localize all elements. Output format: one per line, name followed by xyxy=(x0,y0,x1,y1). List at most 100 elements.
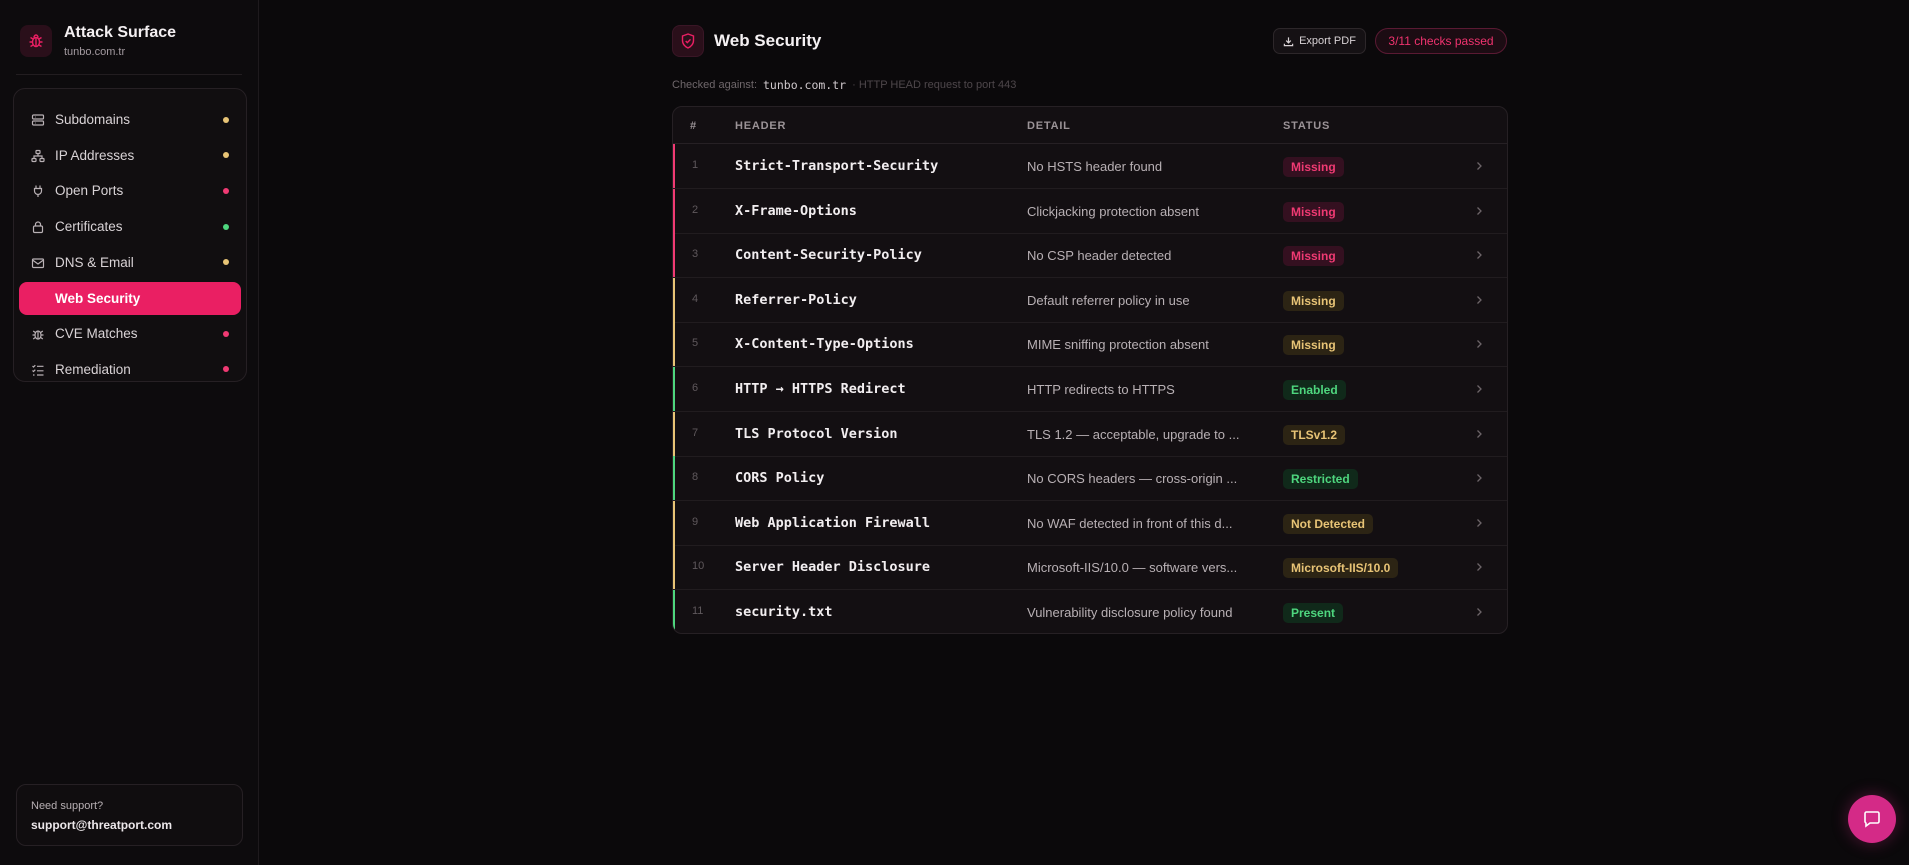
severity-bar xyxy=(673,545,675,590)
status-badge: Enabled xyxy=(1283,380,1346,400)
support-card[interactable]: Need support? support@threatport.com xyxy=(16,784,243,846)
row-detail: Microsoft-IIS/10.0 — software vers... xyxy=(1027,560,1238,576)
row-detail: HTTP redirects to HTTPS xyxy=(1027,382,1175,397)
chevron-right-icon xyxy=(1477,474,1482,483)
sidebar-item-ip-addresses[interactable]: IP Addresses xyxy=(19,139,241,172)
header-name: Content-Security-Policy xyxy=(735,247,922,264)
export-pdf-button[interactable]: Export PDF xyxy=(1273,28,1366,54)
header-name: X-Frame-Options xyxy=(735,202,857,219)
chevron-right-icon xyxy=(1477,295,1482,304)
table-row[interactable]: 3 Content-Security-Policy No CSP header de… xyxy=(673,233,1507,279)
status-dot xyxy=(223,187,229,194)
lock-icon xyxy=(32,221,44,234)
header-name: Server Header Disclosure xyxy=(735,559,931,576)
table-row[interactable]: 1 Strict-Transport-Security No HSTS header… xyxy=(673,144,1507,189)
row-detail: Default referrer policy in use xyxy=(1027,292,1190,308)
row-detail: No WAF detected in front of this d... xyxy=(1027,515,1233,531)
header-name: HTTP → HTTPS Redirect xyxy=(735,381,906,397)
severity-bar xyxy=(673,367,675,411)
plug-icon xyxy=(33,185,43,198)
status-badge: Missing xyxy=(1283,335,1344,356)
row-number: 2 xyxy=(692,203,699,216)
status-badge: Missing xyxy=(1283,157,1344,177)
row-number: 5 xyxy=(692,337,699,350)
download-icon xyxy=(1283,36,1294,46)
row-detail: MIME sniffing protection absent xyxy=(1027,337,1209,353)
status-dot xyxy=(223,116,229,123)
table-row[interactable]: 9 Web Application Firewall No WAF detected… xyxy=(673,500,1507,546)
sidebar-item-dns-email[interactable]: DNS & Email xyxy=(19,246,241,279)
chat-icon xyxy=(1864,811,1880,828)
sidebar-item-open-ports[interactable]: Open Ports xyxy=(19,174,241,207)
status-badge: Missing xyxy=(1283,201,1344,222)
table-row[interactable]: 8 CORS Policy No CORS headers — cross-orig… xyxy=(673,456,1507,502)
status-badge: Missing xyxy=(1283,290,1344,311)
bug-logo-icon xyxy=(20,25,52,57)
row-number: 11 xyxy=(692,605,704,617)
row-number: 9 xyxy=(692,515,699,528)
severity-bar xyxy=(673,188,675,233)
support-email-link[interactable]: support@threatport.com xyxy=(31,818,172,832)
table-row[interactable]: 4 Referrer-Policy Default referrer policy … xyxy=(673,277,1507,323)
severity-bar xyxy=(673,233,675,278)
status-dot xyxy=(223,152,229,159)
severity-bar xyxy=(673,590,675,633)
table-row[interactable]: 10 Server Header Disclosure Microsoft-IIS/… xyxy=(673,545,1507,591)
column-number: # xyxy=(690,120,697,132)
export-pdf-label: Export PDF xyxy=(1299,35,1356,47)
checked-domain: tunbo.com.tr xyxy=(763,78,847,92)
checks-score-badge: 3/11 checks passed xyxy=(1375,28,1507,54)
sidebar-item-remediation[interactable]: Remediation xyxy=(19,353,241,386)
status-badge: Missing xyxy=(1283,246,1344,267)
chevron-right-icon xyxy=(1477,385,1482,393)
table-row[interactable]: 11 security.txt Vulnerability disclosure p… xyxy=(673,590,1507,633)
bug-icon xyxy=(32,330,44,340)
row-detail: Vulnerability disclosure policy found xyxy=(1027,605,1233,620)
status-badge: Microsoft-IIS/10.0 xyxy=(1283,558,1399,579)
checked-label: Checked against: xyxy=(672,79,757,91)
row-number: 10 xyxy=(692,560,705,573)
table-row[interactable]: 2 X-Frame-Options Clickjacking protection … xyxy=(673,188,1507,234)
sidebar-item-web-security[interactable]: Web Security xyxy=(19,281,241,315)
severity-bar xyxy=(673,277,675,322)
severity-bar xyxy=(673,411,675,456)
row-detail: No CORS headers — cross-origin ... xyxy=(1027,471,1238,487)
column-header: HEADER xyxy=(735,120,787,132)
header-name: X-Content-Type-Options xyxy=(735,336,914,353)
chat-button[interactable] xyxy=(1848,795,1896,843)
checked-method: · HTTP HEAD request to port 443 xyxy=(852,79,1017,91)
checklist-icon xyxy=(32,364,44,376)
chevron-right-icon xyxy=(1477,251,1482,260)
status-badge: Restricted xyxy=(1283,469,1358,490)
severity-bar xyxy=(673,456,675,501)
header-name: TLS Protocol Version xyxy=(735,425,898,442)
web-security-table: # HEADER DETAIL STATUS 1 Strict-Transport… xyxy=(672,106,1508,634)
brand[interactable]: Attack Surface tunbo.com.tr xyxy=(20,24,176,58)
chevron-right-icon xyxy=(1477,429,1482,438)
row-number: 7 xyxy=(692,426,699,439)
table-row[interactable]: 6 HTTP → HTTPS Redirect HTTP redirects to … xyxy=(673,367,1507,412)
divider xyxy=(16,74,242,75)
table-row[interactable]: 7 TLS Protocol Version TLS 1.2 — acceptabl… xyxy=(673,411,1507,457)
sidebar-item-label: Web Security xyxy=(55,290,141,306)
chevron-right-icon xyxy=(1477,518,1482,527)
sidebar-item-cve-matches[interactable]: CVE Matches xyxy=(19,317,241,350)
checked-against: Checked against: tunbo.com.tr · HTTP HEA… xyxy=(672,78,1016,92)
sidebar-item-label: Remediation xyxy=(55,361,131,377)
status-badge: TLSv1.2 xyxy=(1283,424,1346,445)
row-detail: Clickjacking protection absent xyxy=(1027,203,1199,219)
row-detail: No HSTS header found xyxy=(1027,159,1163,174)
row-number: 6 xyxy=(692,382,699,394)
status-dot xyxy=(223,259,229,266)
row-detail: TLS 1.2 — acceptable, upgrade to ... xyxy=(1027,426,1240,442)
chevron-right-icon xyxy=(1477,206,1482,215)
table-row[interactable]: 5 X-Content-Type-Options MIME sniffing pro… xyxy=(673,322,1507,368)
sidebar-item-label: IP Addresses xyxy=(55,147,135,163)
row-number: 1 xyxy=(692,159,699,171)
sidebar-item-label: Certificates xyxy=(55,219,123,235)
support-question: Need support? xyxy=(31,800,104,812)
page-title: Web Security xyxy=(714,31,822,50)
sidebar-item-certificates[interactable]: Certificates xyxy=(19,210,241,243)
sidebar-item-label: CVE Matches xyxy=(55,326,138,342)
sidebar-item-subdomains[interactable]: Subdomains xyxy=(19,103,241,136)
